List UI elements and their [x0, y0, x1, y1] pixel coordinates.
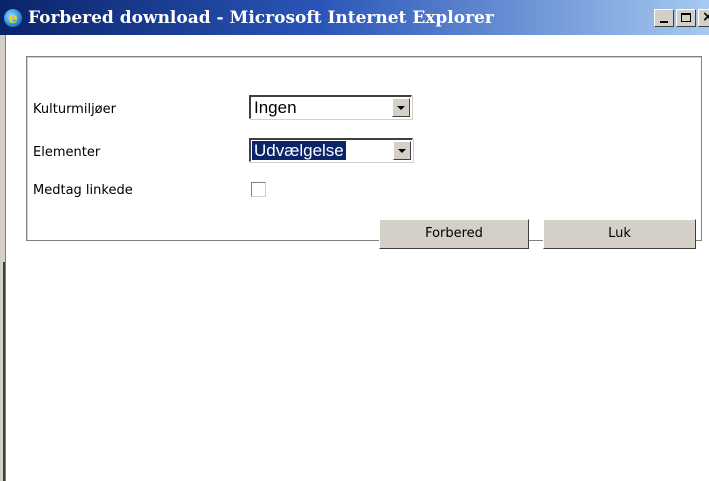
- close-window-button[interactable]: ×: [698, 9, 709, 27]
- client-area: Kulturmiljøer Ingen Elementer Udvælgelse…: [6, 35, 709, 481]
- maximize-icon: [681, 13, 691, 22]
- frame-shadow: [3, 262, 5, 481]
- window-title: Forbered download - Microsoft Internet E…: [28, 8, 494, 28]
- elementer-select-value: Udvælgelse: [252, 141, 346, 160]
- medtag-linkede-checkbox[interactable]: [251, 182, 266, 197]
- minimize-icon: [660, 21, 668, 23]
- ie-icon: e: [4, 9, 22, 27]
- kulturmiljoer-label: Kulturmiljøer: [33, 102, 116, 117]
- close-icon: ×: [702, 9, 709, 25]
- title-bar[interactable]: e Forbered download - Microsoft Internet…: [0, 0, 709, 35]
- elementer-select[interactable]: Udvælgelse: [249, 138, 413, 162]
- elementer-label: Elementer: [33, 145, 101, 160]
- kulturmiljoer-select[interactable]: Ingen: [249, 95, 412, 119]
- kulturmiljoer-select-value: Ingen: [254, 98, 297, 117]
- forbered-button[interactable]: Forbered: [379, 219, 529, 249]
- maximize-button[interactable]: [676, 9, 696, 27]
- download-form-panel: Kulturmiljøer Ingen Elementer Udvælgelse…: [26, 56, 702, 249]
- chevron-down-icon[interactable]: [393, 141, 411, 160]
- medtag-linkede-label: Medtag linkede: [33, 183, 133, 198]
- minimize-button[interactable]: [654, 9, 674, 27]
- chevron-down-icon[interactable]: [392, 98, 410, 117]
- luk-button[interactable]: Luk: [543, 219, 696, 249]
